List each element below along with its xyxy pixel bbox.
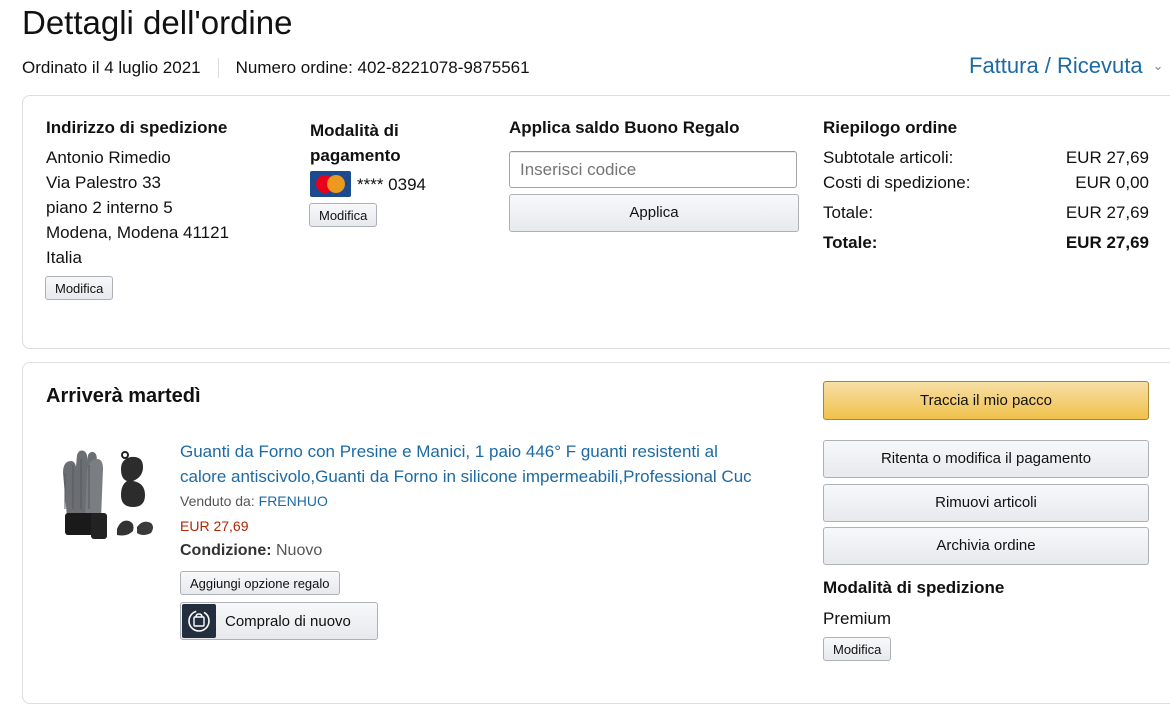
address-line: Modena, Modena 41121: [46, 223, 230, 242]
address-line: piano 2 interno 5: [46, 198, 173, 217]
product-title-link[interactable]: Guanti da Forno con Presine e Manici, 1 …: [180, 439, 752, 489]
buy-again-button[interactable]: Compralo di nuovo: [180, 602, 378, 640]
shipping-method-heading: Modalità di spedizione: [823, 578, 1005, 597]
shipment-panel: Arriverà martedì Guanti da Forno con Pre…: [22, 362, 1170, 704]
oven-gloves-icon: [63, 450, 153, 539]
sold-by: Venduto da: FRENHUO: [180, 493, 328, 509]
summary-row: Costi di spedizione: EUR 0,00: [823, 173, 1149, 192]
address-line: Via Palestro 33: [46, 173, 161, 192]
product-price: EUR 27,69: [180, 518, 249, 534]
condition: Condizione: Nuovo: [180, 542, 323, 559]
order-summary-heading: Riepilogo ordine: [823, 118, 958, 137]
edit-shipping-method-button[interactable]: Modifica: [823, 637, 892, 661]
payment-heading: Modalità di pagamento: [310, 121, 401, 165]
payment-card: **** 0394: [310, 171, 426, 197]
archive-order-button[interactable]: Archivia ordine: [823, 527, 1149, 565]
summary-row: Subtotale articoli: EUR 27,69: [823, 148, 1149, 167]
shipping-method-value: Premium: [823, 609, 892, 628]
page-title: Dettagli dell'ordine: [22, 4, 293, 41]
buy-again-icon: [182, 604, 216, 638]
remove-items-button[interactable]: Rimuovi articoli: [823, 484, 1149, 522]
product-image[interactable]: [55, 443, 163, 547]
divider: [217, 58, 219, 78]
retry-payment-button[interactable]: Ritenta o modifica il pagamento: [823, 440, 1149, 478]
gift-code-input[interactable]: [509, 151, 797, 188]
invoice-dropdown[interactable]: Fattura / Ricevuta ⌄: [969, 53, 1164, 79]
seller-link[interactable]: FRENHUO: [259, 493, 328, 509]
address-line: Antonio Rimedio: [46, 148, 171, 167]
address-line: Italia: [46, 248, 82, 267]
apply-gift-button[interactable]: Applica: [509, 194, 799, 232]
shipping-address: Antonio Rimedio Via Palestro 33 piano 2 …: [46, 145, 229, 270]
order-number: Numero ordine: 402-8221078-9875561: [235, 58, 530, 77]
chevron-down-icon: ⌄: [1152, 58, 1164, 73]
gift-option-button[interactable]: Aggiungi opzione regalo: [180, 571, 340, 595]
gift-card-heading: Applica saldo Buono Regalo: [509, 118, 740, 137]
track-package-button[interactable]: Traccia il mio pacco: [823, 381, 1149, 420]
summary-row: Totale: EUR 27,69: [823, 203, 1149, 222]
grand-total-row: Totale: EUR 27,69: [823, 233, 1149, 252]
order-date: Ordinato il 4 luglio 2021: [22, 58, 201, 77]
card-number: **** 0394: [357, 174, 427, 194]
edit-payment-button[interactable]: Modifica: [309, 203, 378, 227]
invoice-link[interactable]: Fattura / Ricevuta: [969, 53, 1143, 79]
edit-address-button[interactable]: Modifica: [45, 276, 114, 300]
delivery-heading: Arriverà martedì: [46, 385, 201, 407]
shipping-address-heading: Indirizzo di spedizione: [46, 118, 228, 137]
mastercard-icon: [310, 171, 351, 197]
order-meta: Ordinato il 4 luglio 2021 Numero ordine:…: [22, 58, 530, 78]
order-info-panel: Indirizzo di spedizione Antonio Rimedio …: [22, 95, 1170, 349]
